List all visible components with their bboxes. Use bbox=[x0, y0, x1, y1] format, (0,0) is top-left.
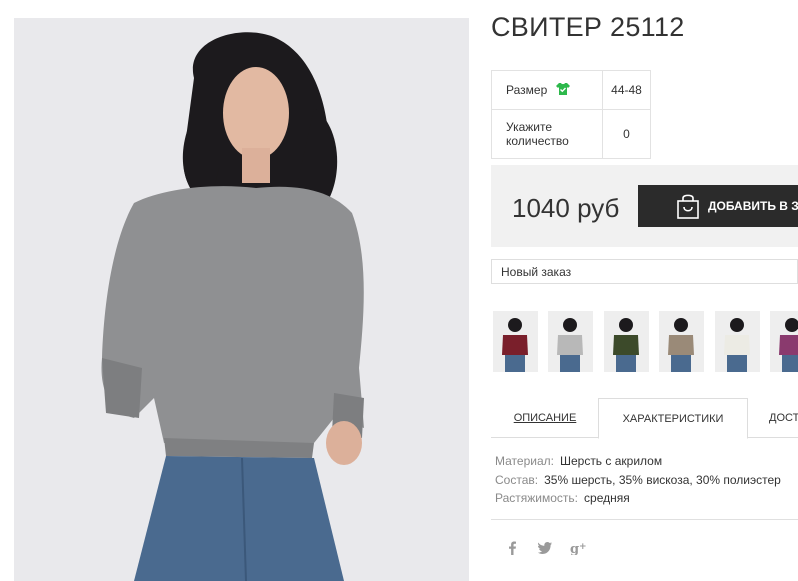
quantity-input[interactable]: 0 bbox=[602, 109, 651, 159]
divider bbox=[491, 519, 798, 520]
product-title: СВИТЕР 25112 bbox=[491, 12, 685, 42]
color-thumbnail[interactable] bbox=[548, 311, 593, 372]
color-thumbnail[interactable] bbox=[659, 311, 704, 372]
color-thumbnail[interactable] bbox=[493, 311, 538, 372]
add-to-cart-button[interactable]: ДОБАВИТЬ В ЗАКАЗ bbox=[638, 185, 798, 227]
color-thumbnail[interactable] bbox=[715, 311, 760, 372]
svg-text:+: + bbox=[579, 542, 587, 552]
color-thumbnails bbox=[491, 311, 798, 372]
order-select[interactable]: Новый заказ bbox=[491, 259, 798, 284]
size-chart-icon[interactable] bbox=[555, 82, 571, 99]
shopping-bag-icon bbox=[676, 193, 700, 219]
property-row: Состав: 35% шерсть, 35% вискоза, 30% поли… bbox=[495, 472, 781, 487]
characteristics-list: Материал: Шерсть с акрилом Состав: 35% шер… bbox=[495, 452, 781, 508]
price-block: 1040 руб ДОБАВИТЬ В ЗАКАЗ bbox=[491, 165, 798, 247]
tab-delivery[interactable]: ДОСТАВКА bbox=[769, 398, 798, 438]
size-label: Размер bbox=[506, 83, 548, 97]
add-to-cart-label: ДОБАВИТЬ В ЗАКАЗ bbox=[708, 199, 798, 213]
facebook-icon[interactable] bbox=[507, 541, 517, 558]
property-row: Растяжимость: средняя bbox=[495, 491, 630, 505]
color-thumbnail[interactable] bbox=[770, 311, 798, 372]
twitter-icon[interactable] bbox=[537, 541, 552, 557]
property-row: Материал: Шерсть с акрилом bbox=[495, 454, 663, 468]
tab-description[interactable]: ОПИСАНИЕ bbox=[491, 398, 599, 438]
product-photo[interactable] bbox=[14, 18, 469, 581]
google-plus-icon[interactable]: g + bbox=[570, 541, 588, 558]
svg-text:g: g bbox=[570, 542, 579, 555]
quantity-label: Укажите количество bbox=[491, 109, 603, 159]
color-thumbnail[interactable] bbox=[604, 311, 649, 372]
size-label-cell: Размер bbox=[491, 70, 603, 110]
size-value[interactable]: 44-48 bbox=[602, 70, 651, 110]
price: 1040 руб bbox=[512, 193, 620, 223]
product-options-table: Размер 44-48 Укажите количество 0 bbox=[491, 70, 651, 159]
tab-characteristics[interactable]: ХАРАКТЕРИСТИКИ bbox=[598, 398, 748, 439]
product-tabs: ОПИСАНИЕ ХАРАКТЕРИСТИКИ ДОСТАВКА bbox=[491, 398, 798, 439]
